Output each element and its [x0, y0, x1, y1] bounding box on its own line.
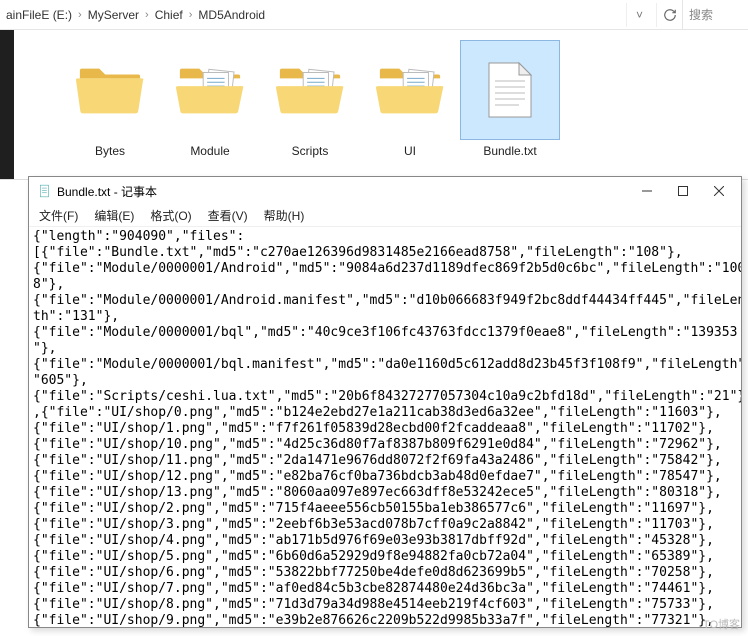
menu-help[interactable]: 帮助(H) — [256, 207, 313, 224]
search-input[interactable]: 搜索 — [682, 0, 742, 29]
explorer-address-bar: ainFileE (E:) › MyServer › Chief › MD5An… — [0, 0, 748, 30]
notepad-text-area[interactable]: {"length":"904090","files": [{"file":"Bu… — [29, 227, 741, 627]
folder-icon — [260, 40, 360, 140]
watermark: TO博客 — [703, 616, 740, 632]
breadcrumb-segment[interactable]: MD5Android — [198, 8, 265, 22]
refresh-button[interactable] — [656, 3, 682, 27]
notepad-menubar: 文件(F) 编辑(E) 格式(O) 查看(V) 帮助(H) — [29, 205, 741, 227]
menu-view[interactable]: 查看(V) — [200, 207, 256, 224]
menu-file[interactable]: 文件(F) — [31, 207, 86, 224]
breadcrumb[interactable]: ainFileE (E:) › MyServer › Chief › MD5An… — [6, 8, 622, 22]
menu-format[interactable]: 格式(O) — [142, 207, 199, 224]
folder-icon — [60, 40, 160, 140]
chevron-right-icon: › — [72, 9, 88, 21]
folder-icon — [360, 40, 460, 140]
file-label: Scripts — [260, 140, 360, 158]
file-label: UI — [360, 140, 460, 158]
search-placeholder: 搜索 — [689, 6, 713, 23]
breadcrumb-segment[interactable]: MyServer — [88, 8, 139, 22]
file-list: BytesModuleScriptsUIBundle.txt — [0, 30, 748, 180]
file-label: Module — [160, 140, 260, 158]
folder-item[interactable]: UI — [360, 40, 460, 179]
dropdown-toggle[interactable]: ˅ — [626, 3, 652, 27]
notepad-icon — [37, 183, 53, 199]
close-button[interactable] — [701, 177, 737, 205]
notepad-title: Bundle.txt - 记事本 — [57, 183, 157, 200]
file-item[interactable]: Bundle.txt — [460, 40, 560, 179]
maximize-button[interactable] — [665, 177, 701, 205]
menu-edit[interactable]: 编辑(E) — [86, 207, 142, 224]
notepad-window: Bundle.txt - 记事本 文件(F) 编辑(E) 格式(O) 查看(V)… — [28, 176, 742, 628]
folder-item[interactable]: Scripts — [260, 40, 360, 179]
folder-icon — [160, 40, 260, 140]
folder-item[interactable]: Bytes — [60, 40, 160, 179]
breadcrumb-segment[interactable]: ainFileE (E:) — [6, 8, 72, 22]
minimize-button[interactable] — [629, 177, 665, 205]
chevron-right-icon: › — [183, 9, 199, 21]
file-label: Bundle.txt — [460, 140, 560, 158]
txtfile-icon — [460, 40, 560, 140]
chevron-right-icon: › — [139, 9, 155, 21]
notepad-titlebar[interactable]: Bundle.txt - 记事本 — [29, 177, 741, 205]
breadcrumb-segment[interactable]: Chief — [155, 8, 183, 22]
folder-item[interactable]: Module — [160, 40, 260, 179]
file-label: Bytes — [60, 140, 160, 158]
